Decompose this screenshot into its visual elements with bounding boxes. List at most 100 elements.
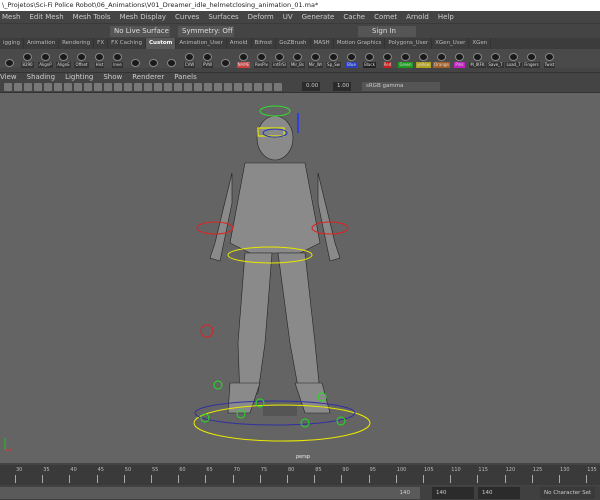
shelf-button[interactable]: Black xyxy=(361,49,378,68)
shelf-tab[interactable]: FX xyxy=(94,38,109,49)
shelf-button[interactable]: Red xyxy=(379,49,396,68)
gamma-field[interactable]: 1.00 xyxy=(333,82,351,91)
time-slider[interactable]: 30 35 40 45 50 55 60 65 70 75 80 85 90 95 100 105 110 115… xyxy=(0,465,600,485)
panel-tool-icon[interactable] xyxy=(244,83,252,91)
shelf-button[interactable]: ResPiv xyxy=(253,49,270,68)
shelf-tab[interactable]: igging xyxy=(0,38,25,49)
shelf-button[interactable]: CVW xyxy=(181,49,198,68)
panel-tool-icon[interactable] xyxy=(94,83,102,91)
panel-menu-item[interactable]: Shading xyxy=(27,73,55,81)
shelf-tab[interactable]: Rendering xyxy=(59,38,95,49)
panel-tool-icon[interactable] xyxy=(154,83,162,91)
shelf-button[interactable]: yellow xyxy=(415,49,432,68)
shelf-button[interactable]: Pink xyxy=(451,49,468,68)
menu-item[interactable]: Mesh Display xyxy=(120,11,166,23)
shelf-button[interactable]: Sp_Sw xyxy=(325,49,342,68)
panel-tool-icon[interactable] xyxy=(64,83,72,91)
exposure-field[interactable]: 0.00 xyxy=(302,82,320,91)
shelf-button[interactable]: 8290 xyxy=(19,49,36,68)
shelf-button[interactable]: intFrSl xyxy=(271,49,288,68)
shelf-tab[interactable]: Animation xyxy=(24,38,60,49)
shelf-button[interactable] xyxy=(1,49,18,68)
shelf-button[interactable]: Save_T xyxy=(487,49,504,68)
menu-item[interactable]: Mesh Tools xyxy=(73,11,111,23)
panel-tool-icon[interactable] xyxy=(134,83,142,91)
panel-tool-icon[interactable] xyxy=(144,83,152,91)
panel-menu-item[interactable]: Panels xyxy=(174,73,197,81)
panel-tool-icon[interactable] xyxy=(254,83,262,91)
panel-tool-icon[interactable] xyxy=(24,83,32,91)
panel-tool-icon[interactable] xyxy=(34,83,42,91)
panel-tool-icon[interactable] xyxy=(224,83,232,91)
menu-item[interactable]: Edit Mesh xyxy=(29,11,63,23)
shelf-button[interactable]: Twist xyxy=(541,49,558,68)
shelf-button[interactable]: Mir_Bs xyxy=(289,49,306,68)
viewport-persp[interactable] xyxy=(0,93,600,463)
panel-tool-icon[interactable] xyxy=(84,83,92,91)
panel-tool-icon[interactable] xyxy=(204,83,212,91)
color-space-dropdown[interactable]: sRGB gamma xyxy=(362,82,440,91)
shelf-tab[interactable]: XGen_User xyxy=(432,38,470,49)
panel-tool-icon[interactable] xyxy=(124,83,132,91)
shelf-tab[interactable]: Polygons_User xyxy=(385,38,433,49)
panel-tool-icon[interactable] xyxy=(54,83,62,91)
live-surface-field[interactable]: No Live Surface xyxy=(110,26,170,37)
shelf-button[interactable]: Fingers xyxy=(523,49,540,68)
anim-end-field[interactable]: 140 xyxy=(432,487,474,499)
shelf-tab[interactable]: GoZBrush xyxy=(276,38,311,49)
menu-item[interactable]: Curves xyxy=(175,11,199,23)
shelf-button[interactable]: AlignE xyxy=(55,49,72,68)
panel-menu-item[interactable]: Renderer xyxy=(132,73,164,81)
shelf-button[interactable]: Offset xyxy=(73,49,90,68)
shelf-tab[interactable]: FX Caching xyxy=(108,38,146,49)
menu-item[interactable]: Comet xyxy=(374,11,397,23)
panel-menu-item[interactable]: Lighting xyxy=(65,73,93,81)
panel-tool-icon[interactable] xyxy=(44,83,52,91)
panel-tool-icon[interactable] xyxy=(4,83,12,91)
shelf-tab[interactable]: Motion Graphics xyxy=(334,38,386,49)
shelf-button[interactable]: Mir_Wr xyxy=(307,49,324,68)
shelf-button[interactable]: Orange xyxy=(433,49,450,68)
menu-item[interactable]: Cache xyxy=(343,11,365,23)
shelf-button[interactable]: Green xyxy=(397,49,414,68)
menu-item[interactable]: Deform xyxy=(248,11,274,23)
shelf-button[interactable]: Inve xyxy=(109,49,126,68)
shelf-tab[interactable]: XGen xyxy=(469,38,492,49)
panel-tool-icon[interactable] xyxy=(194,83,202,91)
shelf-button[interactable] xyxy=(127,49,144,68)
shelf-button[interactable] xyxy=(163,49,180,68)
panel-tool-icon[interactable] xyxy=(114,83,122,91)
shelf-button[interactable]: PVW xyxy=(199,49,216,68)
shelf-tab[interactable]: MASH xyxy=(311,38,334,49)
panel-tool-icon[interactable] xyxy=(274,83,282,91)
menu-item[interactable]: Arnold xyxy=(406,11,429,23)
panel-menu-item[interactable]: Show xyxy=(103,73,122,81)
shelf-button[interactable]: NAME xyxy=(235,49,252,68)
panel-tool-icon[interactable] xyxy=(264,83,272,91)
shelf-button[interactable]: Load_T xyxy=(505,49,522,68)
menu-item[interactable]: Surfaces xyxy=(208,11,238,23)
range-bar[interactable]: 140 xyxy=(0,487,420,499)
panel-tool-icon[interactable] xyxy=(174,83,182,91)
panel-tool-icon[interactable] xyxy=(214,83,222,91)
shelf-button[interactable]: Blue xyxy=(343,49,360,68)
sign-in-button[interactable]: Sign In xyxy=(358,26,416,37)
menu-item[interactable]: Mesh xyxy=(2,11,20,23)
shelf-tab[interactable]: Arnold xyxy=(227,38,252,49)
panel-tool-icon[interactable] xyxy=(14,83,22,91)
panel-menu-item[interactable]: View xyxy=(0,73,17,81)
symmetry-dropdown[interactable]: Symmetry: Off xyxy=(178,26,234,37)
panel-tool-icon[interactable] xyxy=(74,83,82,91)
panel-tool-icon[interactable] xyxy=(184,83,192,91)
shelf-tab[interactable]: Animation_User xyxy=(176,38,227,49)
shelf-button[interactable] xyxy=(145,49,162,68)
shelf-tab[interactable]: Bifrost xyxy=(252,38,277,49)
character-set-dropdown[interactable]: No Character Set xyxy=(540,487,595,499)
panel-tool-icon[interactable] xyxy=(164,83,172,91)
shelf-button[interactable]: M_IKFK xyxy=(469,49,486,68)
shelf-button[interactable] xyxy=(217,49,234,68)
shelf-button[interactable]: Hist xyxy=(91,49,108,68)
menu-item[interactable]: Help xyxy=(438,11,454,23)
shelf-tab[interactable]: Custom xyxy=(146,38,177,49)
menu-item[interactable]: UV xyxy=(283,11,293,23)
